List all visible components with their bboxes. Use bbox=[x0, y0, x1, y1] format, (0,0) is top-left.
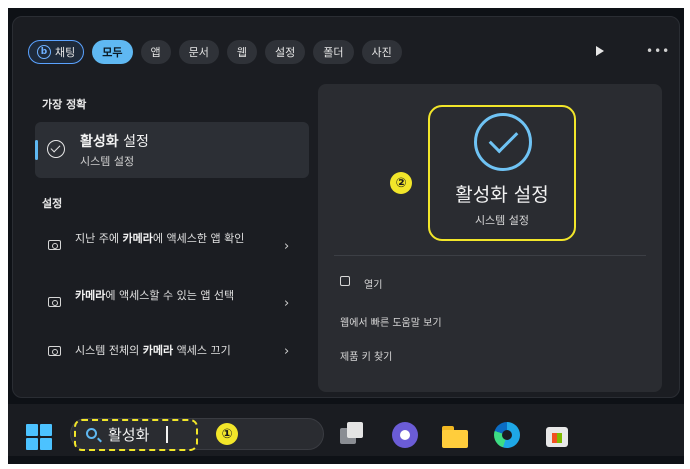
file-explorer-icon[interactable] bbox=[442, 422, 468, 448]
result-text: 시스템 전체의 bbox=[75, 344, 143, 357]
windows-logo-icon bbox=[26, 438, 38, 450]
play-icon[interactable] bbox=[596, 46, 604, 56]
filter-chip-photos[interactable]: 사진 bbox=[361, 40, 402, 64]
result-text: 지난 주에 bbox=[75, 232, 123, 245]
result-text: 에 액세스한 앱 확인 bbox=[152, 232, 245, 245]
filter-chip-settings[interactable]: 설정 bbox=[265, 40, 306, 64]
chat-icon[interactable] bbox=[392, 422, 418, 448]
list-item-label: 카메라에 액세스할 수 있는 앱 선택 bbox=[75, 287, 275, 304]
highlight-box-search bbox=[74, 419, 198, 451]
result-text-bold: 카메라 bbox=[122, 232, 153, 245]
result-text-bold: 카메라 bbox=[75, 289, 106, 302]
camera-icon bbox=[48, 346, 61, 356]
windows-logo-icon bbox=[26, 424, 38, 436]
filter-chip-web[interactable]: 웹 bbox=[226, 40, 257, 64]
best-match-heading: 가장 정확 bbox=[42, 98, 87, 111]
list-item[interactable]: 카메라에 액세스할 수 있는 앱 선택 › bbox=[44, 287, 306, 323]
preview-title: 활성화 설정 bbox=[455, 184, 549, 206]
annotation-number-one: ① bbox=[216, 423, 238, 445]
best-match-title-bold: 활성화 bbox=[80, 134, 119, 150]
settings-heading: 설정 bbox=[42, 197, 63, 210]
more-options-icon[interactable]: ••• bbox=[646, 44, 670, 58]
filter-chip-documents[interactable]: 문서 bbox=[178, 40, 219, 64]
selection-indicator bbox=[35, 140, 38, 160]
windows-logo-icon bbox=[40, 424, 52, 436]
bing-chat-chip[interactable]: b 채팅 bbox=[28, 40, 85, 64]
camera-icon bbox=[48, 240, 61, 250]
store-icon[interactable] bbox=[544, 422, 570, 448]
best-match-result[interactable]: 활성화 설정 시스템 설정 bbox=[35, 122, 309, 178]
windows-logo-icon bbox=[40, 438, 52, 450]
bing-chat-label: 채팅 bbox=[55, 46, 76, 59]
task-view-icon[interactable] bbox=[340, 422, 366, 448]
check-circle-icon bbox=[474, 113, 532, 171]
result-text: 에 액세스할 수 있는 앱 선택 bbox=[105, 289, 235, 302]
edge-icon[interactable] bbox=[494, 422, 520, 448]
bing-icon: b bbox=[37, 45, 51, 59]
annotation-number-two: ② bbox=[390, 172, 412, 194]
filter-chip-all[interactable]: 모두 bbox=[92, 40, 133, 64]
start-button[interactable] bbox=[26, 424, 52, 450]
result-text-bold: 카메라 bbox=[142, 344, 174, 357]
list-item[interactable]: 시스템 전체의 카메라 액세스 끄기 › bbox=[44, 342, 306, 362]
chevron-right-icon: › bbox=[284, 239, 290, 254]
preview-subtitle: 시스템 설정 bbox=[474, 214, 530, 227]
check-circle-icon bbox=[47, 140, 65, 158]
open-icon bbox=[340, 276, 350, 286]
result-text: 액세스 끄기 bbox=[173, 344, 231, 357]
best-match-title: 활성화 설정 bbox=[80, 131, 149, 151]
camera-icon bbox=[48, 297, 61, 307]
best-match-subtitle: 시스템 설정 bbox=[80, 155, 135, 168]
action-web-help[interactable]: 웹에서 빠른 도움말 보기 bbox=[340, 314, 442, 329]
chevron-right-icon: › bbox=[284, 296, 290, 311]
list-item[interactable]: 지난 주에 카메라에 액세스한 앱 확인 › bbox=[44, 230, 306, 266]
action-open[interactable]: 열기 bbox=[364, 276, 382, 291]
best-match-title-rest: 설정 bbox=[118, 134, 149, 150]
chevron-right-icon: › bbox=[284, 344, 290, 359]
filter-bar: b 채팅 모두 앱 문서 웹 설정 폴더 사진 bbox=[28, 40, 402, 64]
list-item-label: 시스템 전체의 카메라 액세스 끄기 bbox=[75, 342, 285, 359]
filter-chip-apps[interactable]: 앱 bbox=[140, 40, 171, 64]
filter-chip-folders[interactable]: 폴더 bbox=[313, 40, 354, 64]
divider bbox=[334, 255, 646, 256]
action-find-product-key[interactable]: 제품 키 찾기 bbox=[340, 348, 392, 363]
list-item-label: 지난 주에 카메라에 액세스한 앱 확인 bbox=[75, 230, 275, 247]
